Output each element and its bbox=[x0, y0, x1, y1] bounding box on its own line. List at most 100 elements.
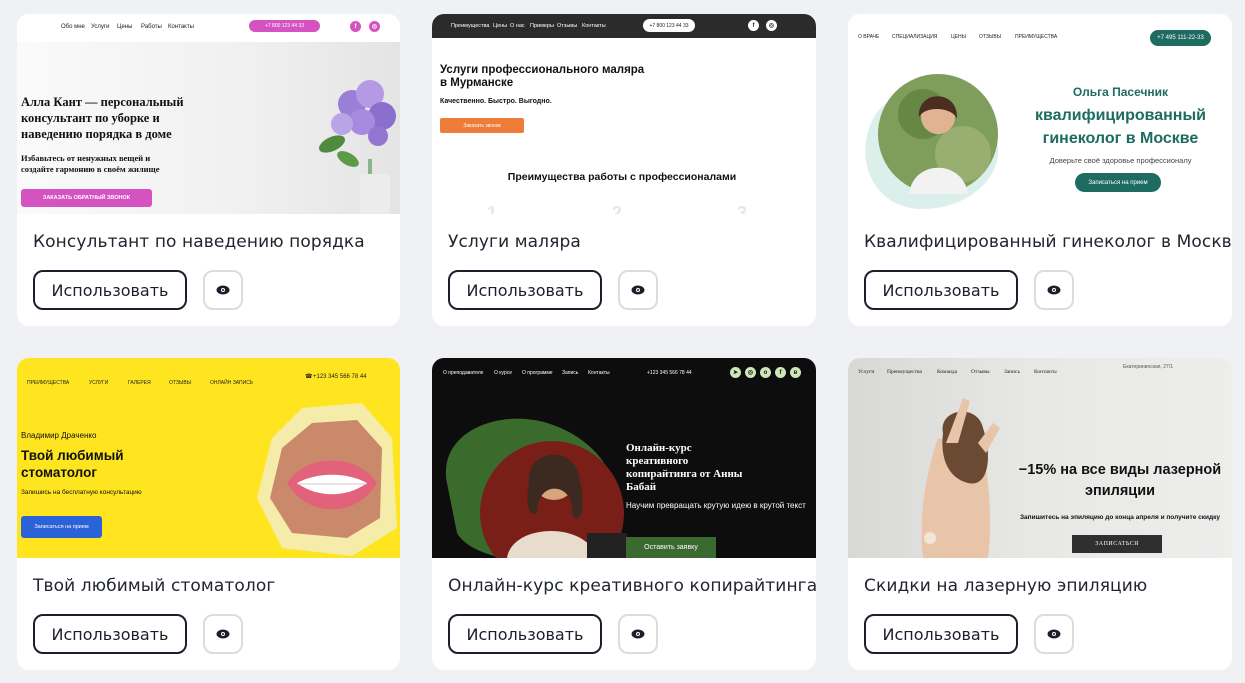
smile-photo bbox=[257, 403, 397, 556]
preview-nav-item: Отзывы bbox=[557, 23, 578, 29]
eye-icon bbox=[216, 285, 230, 295]
preview-phone-pill: +7 495 111-22-33 bbox=[1150, 30, 1211, 46]
preview-nav-item: Контакты bbox=[582, 23, 606, 29]
preview-nav-item: О ВРАЧЕ bbox=[858, 34, 880, 40]
preview-button[interactable] bbox=[1034, 270, 1074, 310]
ok-icon: o bbox=[760, 367, 771, 378]
preview-nav-item: Контакты bbox=[1034, 369, 1057, 375]
preview-cta: Записаться на прием bbox=[1075, 173, 1161, 192]
preview-phone: +123 345 566 78 44 bbox=[313, 374, 367, 380]
use-template-button[interactable]: Использовать bbox=[864, 270, 1018, 310]
preview-cta: Заказать звонок bbox=[440, 118, 524, 133]
preview-nav-item: Обо мне bbox=[61, 24, 85, 30]
template-title: Твой любимый стоматолог bbox=[33, 576, 276, 596]
preview-nav-item: Отзывы bbox=[971, 369, 990, 375]
preview-nav-item: ПРЕИМУЩЕСТВА bbox=[1015, 34, 1058, 40]
template-preview[interactable]: О преподавателе О курсе О программе Запи… bbox=[432, 358, 816, 558]
preview-number: 2 bbox=[612, 203, 623, 214]
preview-cta: Оставить заявку bbox=[626, 537, 716, 558]
instagram-icon: ◎ bbox=[745, 367, 756, 378]
template-preview[interactable]: ПРЕИМУЩЕСТВА УСЛУГИ ГАЛЕРЕЯ ОТЗЫВЫ ОНЛАЙ… bbox=[17, 358, 400, 558]
preview-subheading: Запишись на бесплатную консультацию bbox=[21, 489, 142, 496]
template-preview[interactable]: Услуги Преимущества Команда Отзывы Запис… bbox=[848, 358, 1232, 558]
preview-nav-item: Запись bbox=[562, 370, 579, 376]
use-template-button[interactable]: Использовать bbox=[33, 270, 187, 310]
preview-subheading: Качественно. Быстро. Выгодно. bbox=[440, 98, 552, 105]
template-preview[interactable]: Обо мне Услуги Цены Работы Контакты +7 8… bbox=[17, 14, 400, 214]
preview-heading: −15% на все виды лазерной эпиляции bbox=[1018, 462, 1222, 499]
preview-nav-item: О нас bbox=[510, 23, 525, 29]
use-template-button[interactable]: Использовать bbox=[448, 614, 602, 654]
vk-icon: в bbox=[790, 367, 801, 378]
preview-cta: ЗАКАЗАТЬ ОБРАТНЫЙ ЗВОНОК bbox=[21, 189, 152, 207]
eye-icon bbox=[1047, 285, 1061, 295]
model-photo bbox=[921, 398, 1000, 558]
use-template-button[interactable]: Использовать bbox=[448, 270, 602, 310]
preview-nav-item: Запись bbox=[1004, 369, 1020, 375]
preview-subheading: Запишитесь на эпиляцию до конца апреля и… bbox=[1019, 514, 1221, 521]
template-title: Квалифицированный гинеколог в Москве bbox=[864, 232, 1232, 252]
template-preview[interactable]: О ВРАЧЕ СПЕЦИАЛИЗАЦИЯ ЦЕНЫ ОТЗЫВЫ ПРЕИМУ… bbox=[848, 14, 1232, 214]
preview-button[interactable] bbox=[618, 270, 658, 310]
template-preview[interactable]: Преимущества Цены О нас Примеры Отзывы К… bbox=[432, 14, 816, 214]
preview-nav-item: Работы bbox=[141, 24, 162, 30]
preview-nav-item: Команда bbox=[937, 369, 958, 375]
use-template-button[interactable]: Использовать bbox=[864, 614, 1018, 654]
preview-number: 3 bbox=[737, 203, 748, 214]
preview-subheading: Доверьте своё здоровье профессионалу bbox=[1049, 156, 1192, 165]
template-card-organizer: Обо мне Услуги Цены Работы Контакты +7 8… bbox=[17, 14, 400, 326]
preview-nav-item: УСЛУГИ bbox=[89, 380, 109, 386]
preview-button[interactable] bbox=[618, 614, 658, 654]
template-title: Консультант по наведению порядка bbox=[33, 232, 365, 252]
preview-doctor-name: Ольга Пасечник bbox=[1072, 85, 1169, 99]
preview-nav-item: Преимущества bbox=[887, 369, 922, 375]
eye-icon bbox=[216, 629, 230, 639]
template-card-laser: Услуги Преимущества Команда Отзывы Запис… bbox=[848, 358, 1232, 670]
instagram-icon: ◎ bbox=[766, 20, 777, 31]
preview-heading: квалифицированный гинеколог в Москве bbox=[1035, 107, 1206, 147]
preview-subheading: Научим превращать крутую идею в крутой т… bbox=[626, 501, 806, 510]
instagram-icon: ◎ bbox=[369, 21, 380, 32]
preview-nav-item: Услуги bbox=[91, 24, 110, 30]
preview-phone: +123 345 566 78 44 bbox=[647, 370, 692, 376]
preview-nav-item: ГАЛЕРЕЯ bbox=[128, 380, 151, 386]
preview-nav-item: ОНЛАЙН ЗАПИСЬ bbox=[210, 380, 254, 386]
facebook-icon: f bbox=[748, 20, 759, 31]
preview-section-heading: Преимущества работы с профессионалами bbox=[507, 171, 737, 183]
preview-nav-item: ОТЗЫВЫ bbox=[979, 34, 1002, 40]
preview-nav-item: СПЕЦИАЛИЗАЦИЯ bbox=[892, 34, 938, 40]
use-template-button[interactable]: Использовать bbox=[33, 614, 187, 654]
telegram-icon: ➤ bbox=[730, 367, 741, 378]
preview-nav-item: Контакты bbox=[168, 24, 194, 30]
facebook-icon: f bbox=[350, 21, 361, 32]
template-title: Скидки на лазерную эпиляцию bbox=[864, 576, 1148, 596]
preview-heading: Твой любимый стоматолог bbox=[21, 448, 124, 480]
template-title: Онлайн-курс креативного копирайтинга bbox=[448, 576, 816, 596]
template-card-painter: Преимущества Цены О нас Примеры Отзывы К… bbox=[432, 14, 816, 326]
phone-icon: ☎ bbox=[305, 374, 313, 380]
preview-cta: ЗАПИСАТЬСЯ bbox=[1072, 535, 1162, 553]
preview-nav-item: О преподавателе bbox=[443, 370, 484, 376]
template-card-gynecologist: О ВРАЧЕ СПЕЦИАЛИЗАЦИЯ ЦЕНЫ ОТЗЫВЫ ПРЕИМУ… bbox=[848, 14, 1232, 326]
preview-heading: Алла Кант — персональный консультант по … bbox=[21, 95, 184, 141]
preview-doctor-name: Владимир Драченко bbox=[21, 431, 97, 440]
preview-cta: Записаться на прием bbox=[21, 516, 102, 538]
preview-nav-item: Цены bbox=[117, 24, 133, 30]
preview-button[interactable] bbox=[203, 270, 243, 310]
template-card-copywriting: О преподавателе О курсе О программе Запи… bbox=[432, 358, 816, 670]
preview-heading: Онлайн-курс креативного копирайтинга от … bbox=[626, 442, 743, 493]
eye-icon bbox=[631, 629, 645, 639]
preview-nav-item: ЦЕНЫ bbox=[951, 34, 967, 40]
preview-nav-item: Контакты bbox=[588, 370, 610, 376]
preview-nav-item: Примеры bbox=[530, 23, 554, 29]
preview-button[interactable] bbox=[203, 614, 243, 654]
eye-icon bbox=[631, 285, 645, 295]
preview-nav-item: ПРЕИМУЩЕСТВА bbox=[27, 380, 70, 386]
preview-phone-pill: +7 800 123 44 33 bbox=[249, 20, 320, 32]
preview-nav-item: Цены bbox=[493, 23, 508, 29]
preview-button[interactable] bbox=[1034, 614, 1074, 654]
doctor-photo bbox=[865, 74, 999, 209]
preview-number: 1 bbox=[487, 203, 498, 214]
preview-nav-item: Услуги bbox=[858, 369, 875, 375]
preview-phone-pill: +7 800 123 44 33 bbox=[643, 19, 695, 32]
